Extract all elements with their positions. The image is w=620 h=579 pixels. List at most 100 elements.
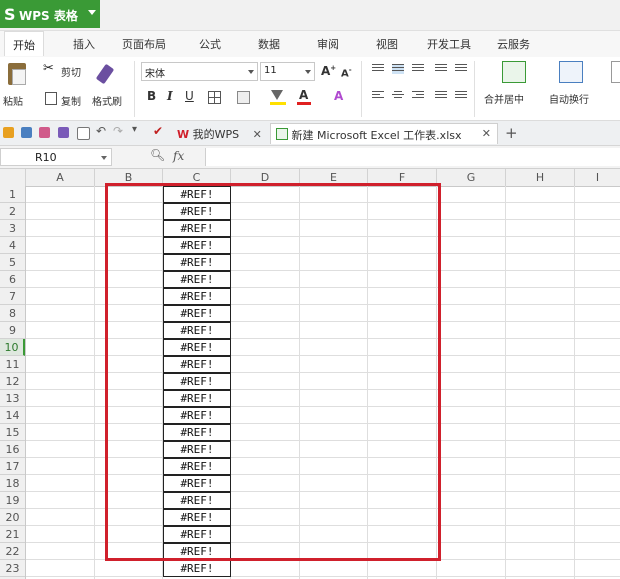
row-header[interactable]: 6 [0,271,25,288]
ribbon-divider [134,61,135,117]
align-right-icon[interactable] [412,91,424,101]
row-header[interactable]: 15 [0,424,25,441]
cell-c-ref-error[interactable]: #REF! [163,560,231,577]
column-header-a[interactable]: A [26,169,95,186]
row-header[interactable]: 5 [0,254,25,271]
row-header[interactable]: 17 [0,458,25,475]
new-tab-button[interactable]: + [500,121,523,142]
clear-format-icon[interactable]: A [334,89,343,103]
tab-excel-document-label: 新建 Microsoft Excel 工作表.xlsx [291,129,462,142]
row-header[interactable]: 18 [0,475,25,492]
column-header-g[interactable]: G [437,169,506,186]
fill-color-icon[interactable] [271,90,283,100]
row-headers: 1 2 3 4 5 6 7 8 9 10 11 12 13 14 15 16 17 18 19 20 21 22 23 [0,186,26,579]
spreadsheet-file-icon [276,128,288,140]
save-icon[interactable] [21,127,32,138]
decrease-font-size-icon[interactable]: A- [341,66,352,79]
row-header[interactable]: 12 [0,373,25,390]
row-header[interactable]: 8 [0,305,25,322]
row-header[interactable]: 14 [0,407,25,424]
tab-review[interactable]: 审阅 [317,36,339,52]
checkmark-icon[interactable]: ✔ [153,124,164,138]
font-color-swatch [297,102,311,105]
tab-developer[interactable]: 开发工具 [427,36,471,52]
open-folder-icon[interactable] [3,127,14,138]
merge-center-icon[interactable] [502,61,526,83]
row-header[interactable]: 2 [0,203,25,220]
name-box[interactable]: R10 [0,148,112,166]
borders-icon[interactable] [208,91,221,104]
redo-icon[interactable]: ↷ [113,124,124,138]
print-icon[interactable] [58,127,69,138]
underline-icon[interactable]: U [185,89,194,103]
close-icon[interactable]: ✕ [253,128,262,141]
align-left-icon[interactable] [372,91,384,101]
formula-input[interactable] [205,148,620,166]
undo-icon[interactable]: ↶ [96,124,107,138]
tab-data[interactable]: 数据 [258,36,280,52]
row-header[interactable]: 9 [0,322,25,339]
align-bottom-icon[interactable] [412,64,424,74]
row-header[interactable]: 22 [0,543,25,560]
insert-function-button[interactable]: fx [173,149,184,163]
zoom-search-icon[interactable]: 🔍︎ [150,148,165,162]
fill-pattern-icon[interactable] [237,91,250,104]
number-format-icon[interactable] [611,61,620,83]
tab-my-wps[interactable]: W 我的WPS ✕ [172,123,267,144]
wrap-text-button[interactable]: 自动换行 [549,91,589,106]
fill-color-swatch [270,102,286,105]
print-preview-icon[interactable] [77,127,90,140]
row-header[interactable]: 10 [0,339,25,356]
ribbon-tabs: 开始 插入 页面布局 公式 数据 审阅 视图 开发工具 云服务 [0,31,620,58]
tab-excel-document[interactable]: 新建 Microsoft Excel 工作表.xlsx ✕ [270,123,498,144]
tab-page-layout[interactable]: 页面布局 [122,36,166,52]
name-box-value: R10 [35,151,57,164]
merge-center-button[interactable]: 合并居中 [484,91,524,106]
row-header[interactable]: 20 [0,509,25,526]
row-header[interactable]: 1 [0,186,25,203]
increase-font-size-icon[interactable]: A+ [321,64,336,78]
row-header[interactable]: 13 [0,390,25,407]
copy-button[interactable]: 复制 [61,93,81,108]
indent-icon[interactable] [435,64,447,74]
align-middle-icon[interactable] [392,64,404,74]
paste-button[interactable]: 粘贴 [3,93,23,108]
font-name-select[interactable]: 宋体 [141,62,258,81]
close-icon[interactable]: ✕ [482,127,491,140]
distributed-icon[interactable] [455,91,467,101]
tab-home[interactable]: 开始 [4,31,44,56]
scissors-icon[interactable]: ✂ [43,61,54,76]
select-all-corner[interactable] [0,169,26,186]
row-header[interactable]: 3 [0,220,25,237]
column-header-h[interactable]: H [506,169,575,186]
row-header[interactable]: 11 [0,356,25,373]
tab-insert[interactable]: 插入 [73,36,95,52]
row-header[interactable]: 4 [0,237,25,254]
outdent-icon[interactable] [455,64,467,74]
row-header[interactable]: 23 [0,560,25,577]
copy-icon[interactable] [45,92,57,105]
tab-formulas[interactable]: 公式 [199,36,221,52]
wrap-text-icon[interactable] [559,61,583,83]
bold-icon[interactable]: B [147,89,156,103]
justify-icon[interactable] [435,91,447,101]
row-header[interactable]: 19 [0,492,25,509]
font-size-select[interactable]: 11 [260,62,315,81]
align-top-icon[interactable] [372,64,384,74]
italic-icon[interactable]: I [167,89,173,103]
export-pdf-icon[interactable] [39,127,50,138]
tab-view[interactable]: 视图 [376,36,398,52]
row-header[interactable]: 21 [0,526,25,543]
format-painter-icon[interactable] [95,63,115,85]
more-chevron-icon[interactable]: ▾ [132,124,143,135]
row-header[interactable]: 7 [0,288,25,305]
format-painter-button[interactable]: 格式刷 [92,93,122,108]
tab-cloud[interactable]: 云服务 [497,36,530,52]
app-menu-button[interactable]: S WPS 表格 [0,0,100,28]
align-center-icon[interactable] [392,91,404,101]
ribbon-divider [361,61,362,117]
cut-button[interactable]: 剪切 [61,64,81,79]
column-header-i[interactable]: I [575,169,620,186]
font-color-icon[interactable]: A [299,88,308,102]
row-header[interactable]: 16 [0,441,25,458]
